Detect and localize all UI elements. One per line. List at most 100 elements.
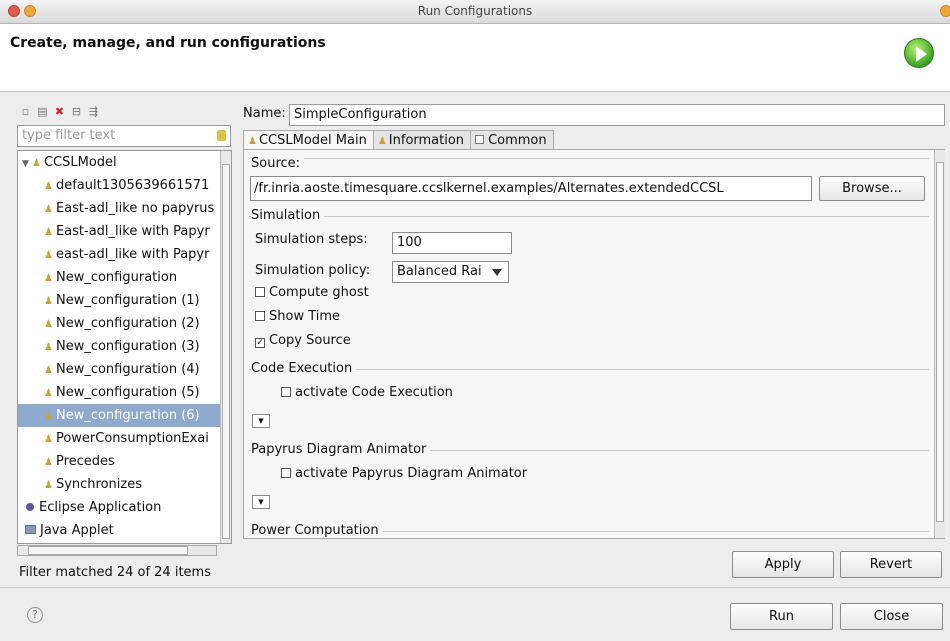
filter-status: Filter matched 24 of 24 items: [19, 565, 211, 580]
papyrus-title: Papyrus Diagram Animator: [251, 442, 431, 457]
activate-papyrus-checkbox[interactable]: activate Papyrus Diagram Animator: [281, 466, 527, 481]
filter-icon[interactable]: ⇶: [86, 104, 101, 119]
apply-button[interactable]: Apply: [732, 551, 834, 578]
power-title: Power Computation: [251, 523, 383, 538]
tab-information[interactable]: ♟ Information: [372, 130, 472, 150]
tree-item-eclipse-application[interactable]: Eclipse Application: [18, 496, 221, 519]
config-icon: ♟: [44, 181, 53, 192]
footer-separator: [0, 587, 950, 588]
window-title: Run Configurations: [417, 4, 533, 18]
tree-horizontal-scrollbar[interactable]: [17, 545, 217, 556]
source-title: Source:: [251, 156, 305, 171]
tree-vertical-scrollbar[interactable]: [220, 151, 231, 543]
tree-item[interactable]: ♟ East-adl_like no papyrus: [18, 197, 221, 220]
tree-item-java-applet[interactable]: Java Applet: [18, 519, 221, 542]
config-icon: ♟: [44, 342, 53, 353]
tree-item[interactable]: ♟ New_configuration (3): [18, 335, 221, 358]
config-icon: ♟: [44, 480, 53, 491]
tree-item[interactable]: ♟ New_configuration (2): [18, 312, 221, 335]
code-execution-group: Code Execution activate Code Execution ▼: [249, 361, 929, 435]
tree-item[interactable]: ♟ New_configuration (5): [18, 381, 221, 404]
checkbox-icon[interactable]: [255, 287, 265, 297]
config-icon: ♟: [44, 365, 53, 376]
scrollbar-thumb[interactable]: [936, 162, 944, 522]
scrollbar-thumb[interactable]: [222, 164, 230, 539]
name-input[interactable]: SimpleConfiguration: [289, 104, 945, 126]
source-group: Source: /fr.inria.aoste.timesquare.ccslk…: [249, 156, 929, 211]
simulation-title: Simulation: [251, 208, 325, 223]
tree-item[interactable]: ♟ Precedes: [18, 450, 221, 473]
header-title: Create, manage, and run configurations: [10, 35, 326, 51]
config-icon: ♟: [44, 434, 53, 445]
tab-body-vertical-scrollbar[interactable]: [934, 150, 945, 538]
config-icon: ♟: [44, 250, 53, 261]
help-icon[interactable]: ?: [27, 607, 43, 623]
window-titlebar: Run Configurations: [0, 0, 950, 24]
minimize-window-icon[interactable]: [24, 5, 36, 17]
expand-papyrus-button[interactable]: ▼: [252, 495, 270, 509]
clear-filter-icon[interactable]: [217, 130, 226, 141]
close-button[interactable]: Close: [840, 603, 943, 630]
tab-body: Source: /fr.inria.aoste.timesquare.ccslk…: [243, 149, 945, 539]
checked-checkbox-icon[interactable]: ✓: [255, 338, 265, 348]
tree-item[interactable]: ♟ east-adl_like with Papyr: [18, 243, 221, 266]
common-tab-icon: [475, 135, 485, 144]
filter-input[interactable]: type filter text: [17, 125, 231, 147]
close-window-icon[interactable]: [8, 5, 20, 17]
copy-source-checkbox[interactable]: ✓ Copy Source: [255, 333, 351, 348]
ccsl-type-icon: ♟: [32, 158, 41, 169]
filter-placeholder: type filter text: [22, 128, 116, 143]
left-toolbar: ▫ ▤ ✖ ⊟ ⇶: [18, 104, 101, 122]
simulation-policy-label: Simulation policy:: [255, 263, 371, 278]
config-icon: ♟: [44, 204, 53, 215]
tree-item[interactable]: ♟ New_configuration (1): [18, 289, 221, 312]
tree-item[interactable]: ♟ East-adl_like with Papyr: [18, 220, 221, 243]
name-label: Name:: [243, 106, 286, 121]
config-icon: ♟: [44, 411, 53, 422]
tab-common[interactable]: Common: [470, 130, 554, 150]
collapse-all-icon[interactable]: ⊟: [69, 104, 84, 119]
tree-item[interactable]: ♟ New_configuration: [18, 266, 221, 289]
config-icon: ♟: [44, 388, 53, 399]
tab-ccslmodel-main[interactable]: ♟ CCSLModel Main: [243, 130, 374, 150]
tree-item-ccslmodel[interactable]: ▼ ♟ CCSLModel: [18, 151, 221, 174]
browse-button[interactable]: Browse...: [819, 176, 925, 201]
java-applet-icon: [25, 525, 36, 534]
run-button[interactable]: Run: [730, 603, 833, 630]
tree-item[interactable]: ♟ Synchronizes: [18, 473, 221, 496]
show-time-checkbox[interactable]: Show Time: [255, 309, 340, 324]
expand-code-execution-button[interactable]: ▼: [252, 414, 270, 428]
checkbox-icon[interactable]: [281, 468, 291, 478]
delete-icon[interactable]: ✖: [52, 104, 67, 119]
tree-item[interactable]: ♟ PowerConsumptionExai: [18, 427, 221, 450]
config-icon: ♟: [44, 319, 53, 330]
code-execution-title: Code Execution: [251, 361, 357, 376]
activate-code-execution-checkbox[interactable]: activate Code Execution: [281, 385, 453, 400]
source-path-input[interactable]: /fr.inria.aoste.timesquare.ccslkernel.ex…: [250, 176, 812, 201]
info-tab-icon: ♟: [377, 136, 387, 147]
expand-arrow-icon[interactable]: ▼: [22, 153, 32, 174]
config-tree[interactable]: ▼ ♟ CCSLModel ♟ default1305639661571 ♟ East-…: [17, 150, 232, 544]
power-group: Power Computation: [249, 523, 929, 538]
eclipse-application-icon: [26, 503, 34, 511]
tree-item-selected[interactable]: ♟ New_configuration (6): [18, 404, 221, 427]
checkbox-icon[interactable]: [255, 311, 265, 321]
simulation-steps-input[interactable]: 100: [392, 232, 512, 254]
config-icon: ♟: [44, 273, 53, 284]
duplicate-icon[interactable]: ▤: [35, 104, 50, 119]
revert-button[interactable]: Revert: [840, 551, 942, 578]
tree-item[interactable]: ♟ default1305639661571: [18, 174, 221, 197]
new-launch-config-icon[interactable]: ▫: [18, 104, 33, 119]
ccsl-tab-icon: ♟: [248, 136, 257, 147]
simulation-policy-select[interactable]: Balanced Rai: [392, 261, 509, 283]
dropdown-arrow-icon: [492, 269, 502, 276]
config-icon: ♟: [44, 457, 53, 468]
zoom-window-icon[interactable]: [940, 5, 950, 17]
run-icon: [904, 38, 934, 68]
tree-item[interactable]: ♟ New_configuration (4): [18, 358, 221, 381]
compute-ghost-checkbox[interactable]: Compute ghost: [255, 285, 369, 300]
scrollbar-thumb[interactable]: [28, 546, 188, 555]
simulation-steps-label: Simulation steps:: [255, 232, 368, 247]
checkbox-icon[interactable]: [281, 387, 291, 397]
papyrus-group: Papyrus Diagram Animator activate Papyru…: [249, 442, 929, 516]
